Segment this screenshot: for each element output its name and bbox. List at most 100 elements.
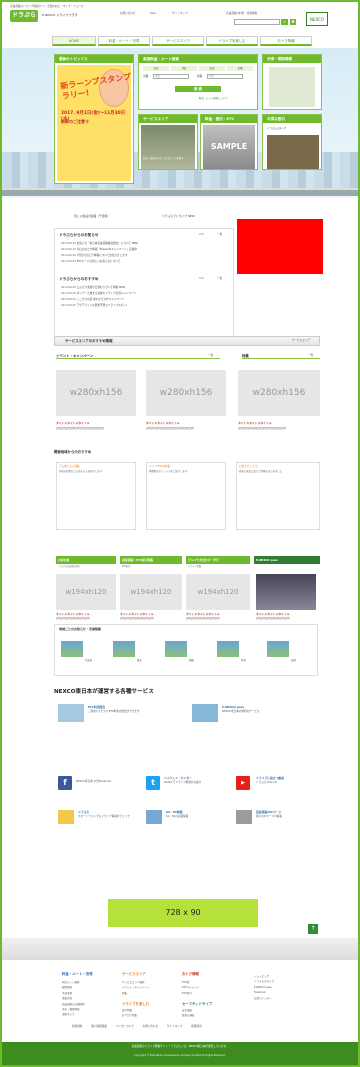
block-image-4[interactable] [256, 574, 316, 610]
discount-card[interactable]: お得な割引 ドラぷらスタンプ [262, 114, 322, 170]
nav-drive[interactable]: ドライブを楽しむ [206, 36, 258, 46]
service-1[interactable]: ETC利用照会 ご利用いただいたETC料金の照会ができます [88, 705, 168, 713]
footer-bottom-link[interactable]: 推奨環境 [191, 1025, 201, 1028]
area-photo-2[interactable] [113, 641, 135, 657]
traffic-panel[interactable]: 渋滞・規制情報 [262, 54, 322, 110]
footer-bottom-link[interactable]: 利用規約 [72, 1025, 82, 1028]
service-image-1[interactable] [58, 704, 84, 722]
news-row[interactable]: 2014.06.30 お知らせ「東日本高速道路株式会社」について NEW [61, 242, 138, 245]
area-photo-1[interactable] [61, 641, 83, 657]
ad-banner-square[interactable] [237, 219, 323, 274]
nav-route[interactable]: 料金・ルート・渋滞 [98, 36, 150, 46]
news-row[interactable]: 2014.06.25 ここだけの話 夏のおでかけキャンペーン [61, 298, 124, 301]
block-heading-4[interactable]: E-NEXCO pass [254, 556, 320, 564]
event-image-2[interactable]: w280xh156 [146, 370, 226, 416]
footer-link[interactable]: おでかけ特集 [122, 1013, 137, 1018]
footer-link[interactable]: 公式ツイッター [254, 996, 274, 1001]
nav-deals[interactable]: おトク情報 [260, 36, 312, 46]
news-row[interactable]: 2014.06.30 7月分のおとク情報についてお知らせします [61, 254, 127, 257]
event-image-1[interactable]: w280xh156 [56, 370, 136, 416]
facebook-icon[interactable]: f [58, 776, 72, 790]
footer-link[interactable]: 雪道の運転 [182, 1013, 195, 1018]
event-title-2[interactable]: タイトルタイトルタイトル [146, 421, 180, 426]
header-link-sitemap[interactable]: サイトマップ [172, 12, 188, 15]
rss-link-1[interactable]: RSS [199, 233, 204, 236]
service-8[interactable]: 高速道路のICカード 様々なICカードの情報 [256, 810, 318, 818]
feature-title-1[interactable]: タイトルタイトルタイトル [238, 421, 272, 426]
block-heading-2[interactable]: 高速道路 / ETC割引特集 [120, 556, 182, 564]
block-heading-1[interactable]: お得な旅 [56, 556, 116, 564]
site-logo[interactable]: ドラぷら [10, 10, 38, 22]
news-row[interactable]: 2014.06.25 ETCカードの新しいお知らせについて [61, 260, 120, 263]
footer-bottom-link[interactable]: お問い合わせ [143, 1025, 159, 1028]
service-facebook[interactable]: NEXCO東日本 公式Facebook [76, 780, 120, 783]
area-label-3[interactable]: 関東 [189, 659, 194, 662]
sa-card[interactable]: サービスエリア お店・施設からサービスエリアを探す [138, 114, 198, 170]
block-image-1[interactable]: w194xh120 [56, 574, 116, 610]
tab-to[interactable]: 到着 [171, 66, 197, 71]
feature-image-1[interactable]: w280xh156 [238, 370, 320, 416]
news-row[interactable]: 2014.06.25 アクアラインの渋滞予測とドライブスポット [61, 304, 128, 307]
news-row[interactable]: 2014.06.30 ポッチーと旅する初夏のドライブ企画キャンペーン [61, 292, 136, 295]
service-image-2[interactable] [192, 704, 218, 722]
area-photo-3[interactable] [165, 641, 187, 657]
features-more[interactable]: 一覧 [308, 354, 313, 357]
news-more-2[interactable]: 一覧 [217, 277, 222, 280]
tab-vehicle[interactable]: 車種 [227, 66, 253, 71]
events-more[interactable]: 一覧 [208, 354, 213, 357]
area-photo-5[interactable] [267, 641, 289, 657]
area-photo-4[interactable] [217, 641, 239, 657]
traffic-map-icon[interactable] [269, 67, 315, 107]
event-title-1[interactable]: タイトルタイトルタイトル [56, 421, 90, 426]
news-row[interactable]: 2014.06.30 とんかつ太郎の日替わりランチ特集 NEW [61, 286, 125, 289]
tab-via[interactable]: 経由 [199, 66, 225, 71]
nav-home[interactable]: HOME [52, 36, 96, 46]
service-youtube[interactable]: ドライブに役立つ動画 ドラぷらChannel [256, 776, 316, 784]
to-field[interactable]: IC名 [207, 74, 243, 79]
block-heading-3[interactable]: グルマでお出かけ・学び [186, 556, 250, 564]
footer-heading-drive[interactable]: ドライブを楽しむ [122, 1002, 149, 1006]
footer-bottom-link[interactable]: リンクについて [116, 1025, 134, 1028]
rss-link-2[interactable]: RSS [199, 277, 204, 280]
footer-link[interactable]: 道路カメラ [62, 1012, 85, 1017]
service-6[interactable]: ドラぷら スマートフォンでもドライブ情報をチェック [78, 810, 134, 818]
fee-card[interactable]: 料金・割引・ETC SAMPLE [200, 114, 258, 170]
area-label-4[interactable]: 新潟 [241, 659, 246, 662]
page-top-icon[interactable]: ↑ [308, 924, 318, 934]
footer-heading-deals[interactable]: おトク情報 [182, 972, 199, 976]
footer-heading-sa[interactable]: サービスエリア [122, 972, 146, 976]
news-more-1[interactable]: 一覧 [217, 233, 222, 236]
area-label-5[interactable]: 長野 [291, 659, 296, 662]
topics-panel[interactable]: 最新のトピックス 新ラーンプスタンプラリー! 2017. 9月1日(金)〜11月… [54, 54, 134, 184]
area-label-1[interactable]: 北海道 [85, 659, 92, 662]
header-link-faq[interactable]: Q&A [150, 12, 156, 15]
regional-card-3[interactable]: お出かけしよう! 週末の遠出に役立つ情報をまとめました [236, 462, 320, 530]
service-image-7[interactable] [146, 810, 162, 824]
footer-link[interactable]: 特集 [122, 991, 149, 996]
news-row[interactable]: 2014.06.30 今日のおとク情報「Presentsキャンペーン」実施中 [61, 248, 137, 251]
service-image-8[interactable] [236, 810, 252, 824]
header-link-traffic[interactable]: 高速道路の料金・交通情報 [226, 12, 257, 15]
service-twitter[interactable]: ハイウェイ・カンター Twitterでドライブ情報をお届け [164, 776, 214, 784]
block-image-3[interactable]: w194xh120 [186, 574, 250, 610]
gear-icon[interactable]: ✱ [290, 19, 296, 25]
header-link-contact[interactable]: お問い合わせ [120, 12, 136, 15]
route-search-note[interactable]: 料金・ルート検索について [199, 97, 228, 100]
area-label-2[interactable]: 東北 [137, 659, 142, 662]
footer-link[interactable]: ETC割引 [182, 991, 199, 996]
footer-heading-safety[interactable]: セーフティドライブ [182, 1002, 212, 1006]
search-icon[interactable]: ⌕ [281, 19, 288, 25]
service-image-6[interactable] [58, 810, 74, 824]
regional-card-2[interactable]: ドリンクNew特集 季節限定のドリンクをご紹介します [146, 462, 226, 530]
nav-service-area[interactable]: サービスエリア [152, 36, 204, 46]
sa-section-link[interactable]: サービスエリア [292, 339, 310, 342]
ticker-item-2[interactable]: ドラぷらでドライブ NEW [162, 214, 195, 219]
service-7[interactable]: SA・PA情報 SA・PAの店舗情報 [166, 810, 228, 818]
ad-banner-leaderboard[interactable]: 728 x 90 [108, 899, 258, 927]
youtube-icon[interactable]: ▶ [236, 776, 250, 790]
corp-logo[interactable]: NEXCO [306, 12, 328, 26]
regional-card-1[interactable]: うんめえもん特集 各地の新鮮なうんめえもんを紹介します [56, 462, 136, 530]
footer-bottom-link[interactable]: サイトマップ [167, 1025, 183, 1028]
twitter-icon[interactable]: t [146, 776, 160, 790]
service-2[interactable]: E-NEXCO pass NEXCO東日本の便利なサービス [222, 705, 312, 713]
